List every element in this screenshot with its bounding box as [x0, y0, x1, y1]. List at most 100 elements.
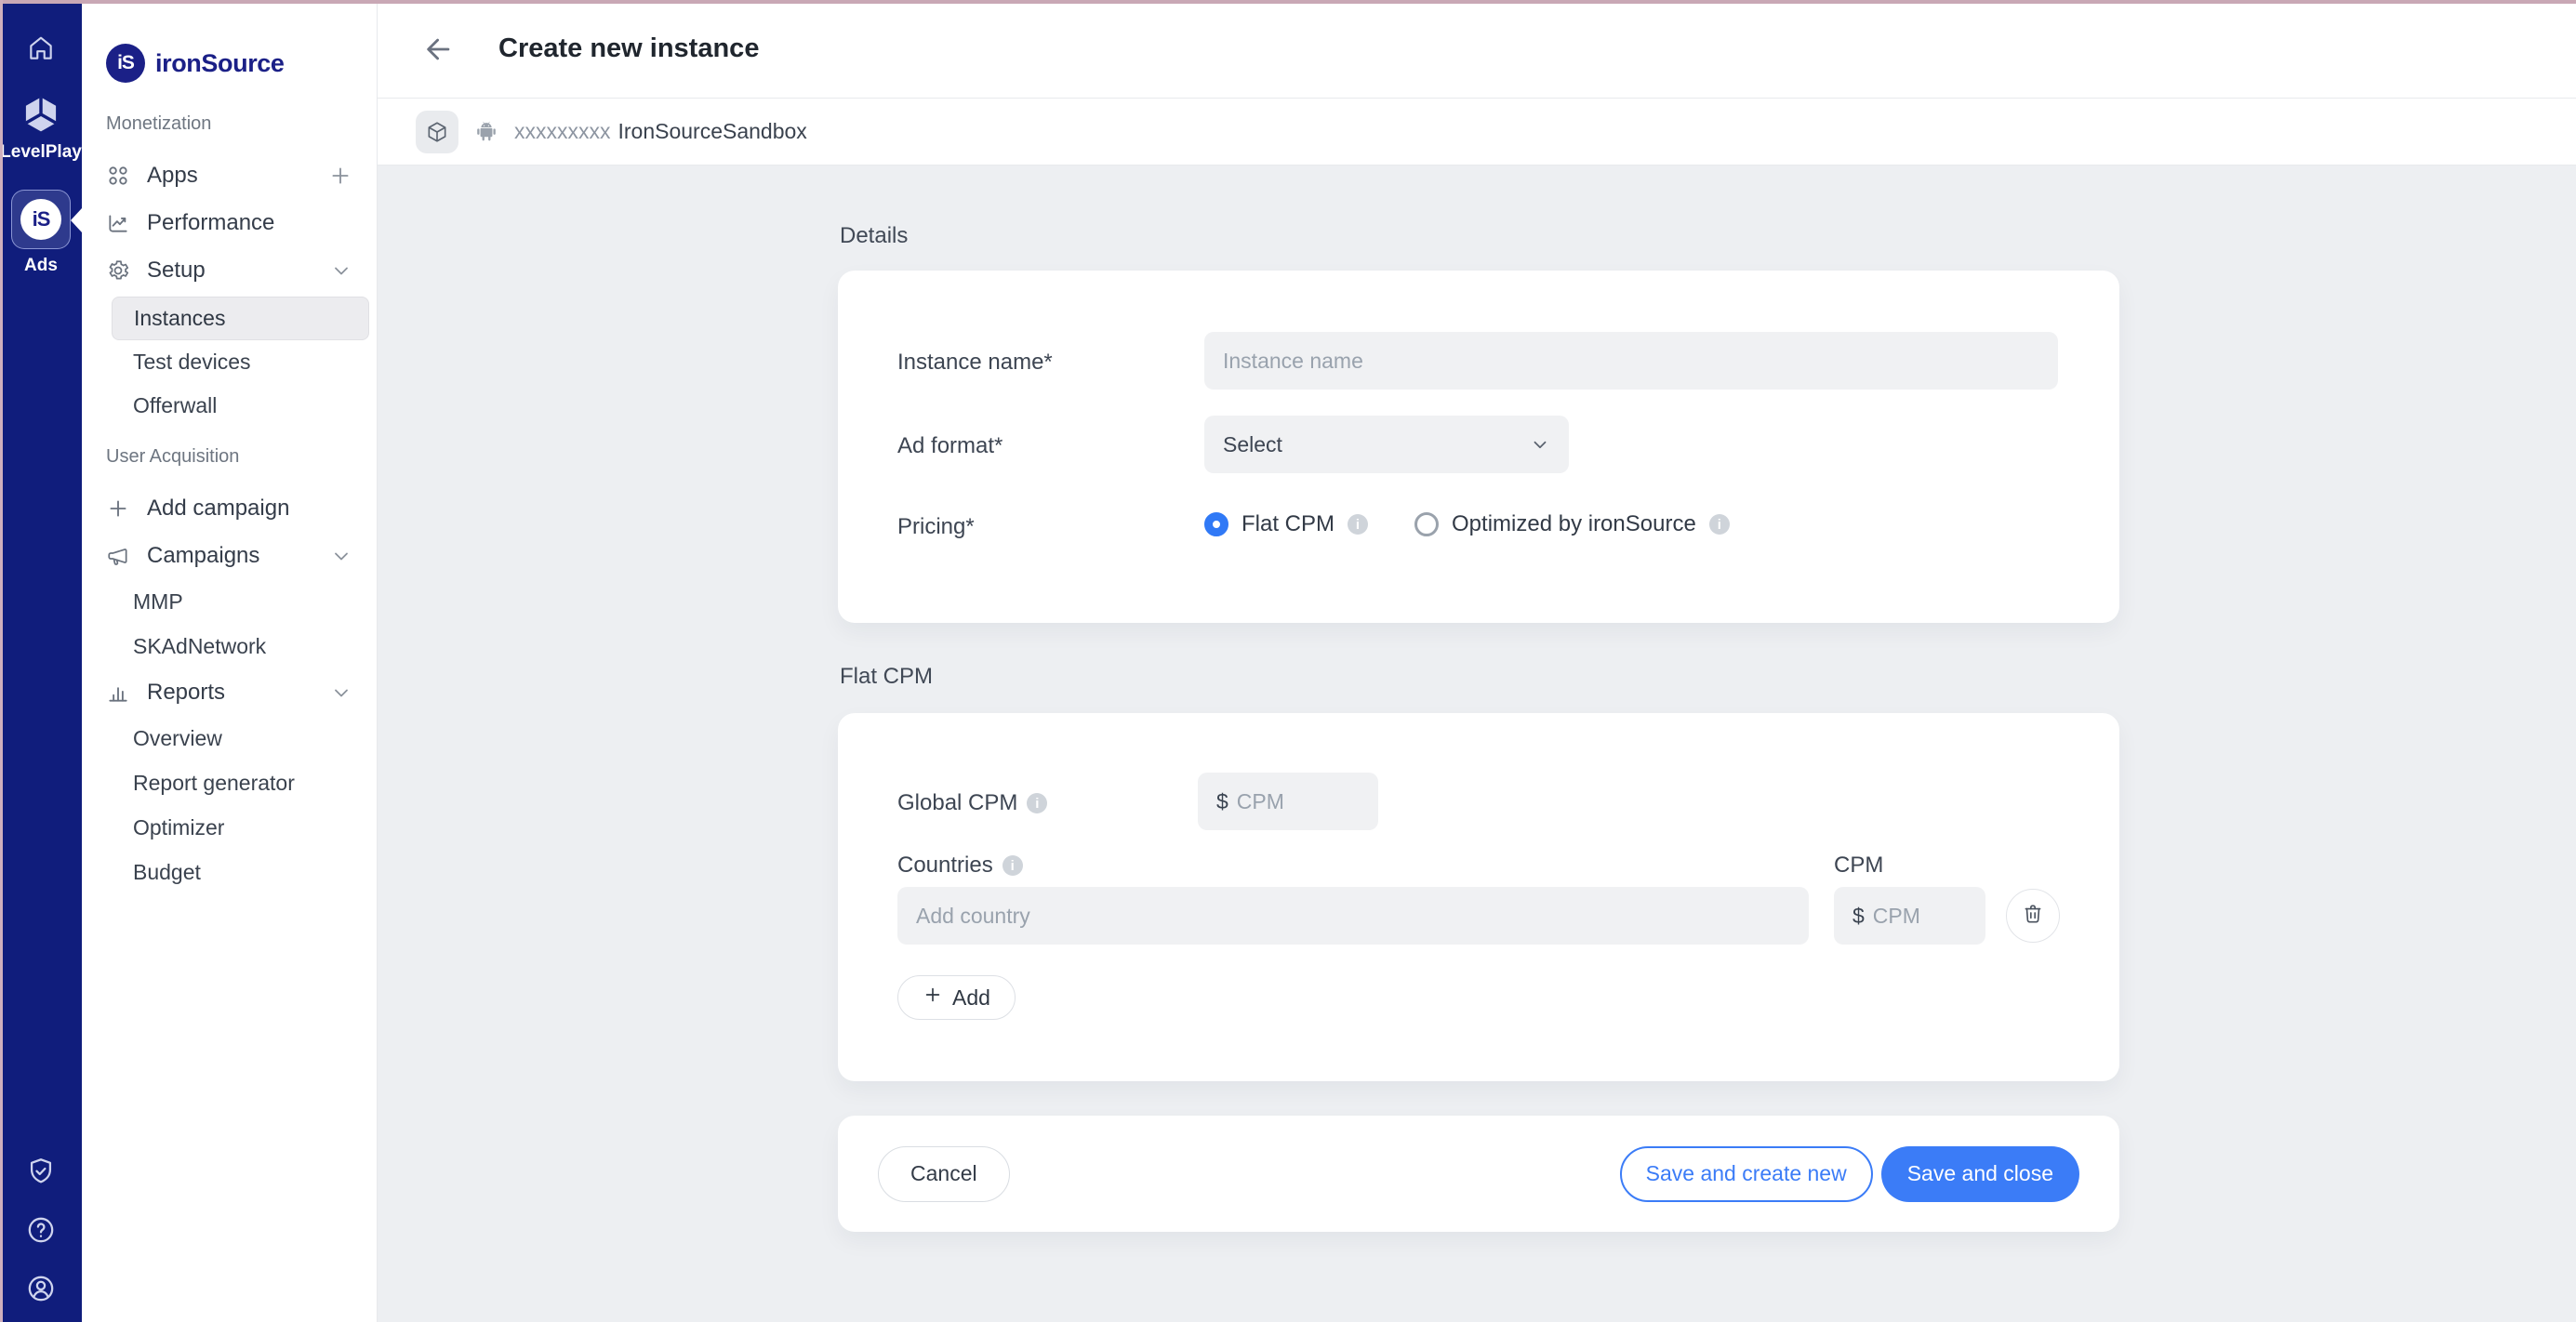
- plus-icon: [923, 985, 943, 1011]
- form-content: Details Instance name* Ad format* Select…: [378, 165, 2576, 1322]
- account-icon: [25, 1273, 57, 1304]
- country-cpm-input[interactable]: [1873, 904, 1967, 929]
- ad-format-value: Select: [1223, 432, 1282, 457]
- sidebar-item-optimizer[interactable]: Optimizer: [82, 805, 377, 850]
- sidebar-item-instances[interactable]: Instances: [112, 297, 369, 340]
- save-and-create-new-button[interactable]: Save and create new: [1620, 1146, 1873, 1202]
- sidebar-item-add-campaign[interactable]: Add campaign: [82, 484, 377, 532]
- app-id-masked: xxxxxxxxx: [514, 119, 611, 143]
- unity-cube-icon: [20, 93, 62, 136]
- ads-tile: iS: [11, 190, 71, 249]
- sidebar-item-test-devices[interactable]: Test devices: [82, 340, 377, 384]
- instance-name-label: Instance name*: [897, 350, 1053, 376]
- instance-name-input[interactable]: [1223, 349, 2039, 374]
- ads-active-notch: [71, 208, 82, 232]
- ads-label: Ads: [24, 256, 58, 276]
- app-context-bar: xxxxxxxxx IronSourceSandbox: [378, 99, 2576, 165]
- megaphone-icon: [106, 544, 130, 568]
- actions-card: Cancel Save and create new Save and clos…: [838, 1116, 2119, 1232]
- sidebar-item-apps[interactable]: Apps: [82, 152, 377, 199]
- add-button-label: Add: [952, 985, 990, 1011]
- flat-cpm-radio[interactable]: [1204, 512, 1228, 536]
- instance-name-field-wrap: [1204, 332, 2058, 390]
- cpm-column-header: CPM: [1834, 853, 1883, 879]
- levelplay-label: LevelPlay: [0, 142, 82, 163]
- details-section-label: Details: [840, 223, 908, 249]
- sidebar-item-report-generator[interactable]: Report generator: [82, 760, 377, 805]
- pricing-label: Pricing*: [897, 514, 975, 540]
- add-country-input[interactable]: [916, 904, 1790, 929]
- brand-logo[interactable]: iS ironSource: [82, 0, 377, 99]
- info-icon[interactable]: i: [1003, 855, 1023, 876]
- sidebar-item-label: Apps: [147, 163, 198, 189]
- rail-help[interactable]: [0, 1214, 82, 1246]
- ironsource-logo-icon: iS: [106, 44, 145, 83]
- info-icon[interactable]: i: [1348, 514, 1368, 535]
- sidebar-item-reports[interactable]: Reports: [82, 668, 377, 716]
- help-circle-icon: [25, 1214, 57, 1246]
- ad-format-select[interactable]: Select: [1204, 416, 1569, 473]
- global-cpm-input[interactable]: [1237, 789, 1360, 814]
- sidebar-item-budget[interactable]: Budget: [82, 850, 377, 894]
- sidebar-item-label: Add campaign: [147, 496, 289, 522]
- info-icon[interactable]: i: [1709, 514, 1730, 535]
- flat-cpm-radio-label: Flat CPM: [1242, 511, 1334, 537]
- rail-home[interactable]: [0, 33, 82, 63]
- ad-format-label: Ad format*: [897, 433, 1003, 459]
- app-cube-icon: [416, 111, 458, 153]
- section-monetization: Monetization: [82, 113, 377, 135]
- sidebar-item-label: Setup: [147, 258, 206, 284]
- flat-cpm-section-label: Flat CPM: [840, 664, 933, 690]
- back-arrow-icon[interactable]: [423, 33, 455, 65]
- sidebar-item-label: Reports: [147, 680, 225, 706]
- brand-name: ironSource: [155, 49, 285, 78]
- country-field-wrap: [897, 887, 1809, 945]
- rail-levelplay[interactable]: LevelPlay: [0, 93, 82, 163]
- global-cpm-label: Global CPM i: [897, 790, 1047, 816]
- sidebar-item-setup[interactable]: Setup: [82, 246, 377, 294]
- sidebar-item-mmp[interactable]: MMP: [82, 579, 377, 624]
- rail-ads[interactable]: iS Ads: [0, 190, 82, 276]
- add-country-row-button[interactable]: Add: [897, 975, 1016, 1020]
- trash-icon: [2021, 902, 2045, 931]
- optimized-radio[interactable]: [1414, 512, 1439, 536]
- chevron-down-icon: [330, 545, 352, 567]
- home-icon: [26, 33, 56, 63]
- global-cpm-field-wrap: $: [1198, 773, 1378, 830]
- screen-edge-strip-top: [0, 0, 2576, 4]
- sidebar-item-skadnetwork[interactable]: SKAdNetwork: [82, 624, 377, 668]
- sidebar-item-overview[interactable]: Overview: [82, 716, 377, 760]
- app-screen: LevelPlay iS Ads iS ironSour: [0, 0, 2576, 1322]
- cancel-button[interactable]: Cancel: [878, 1146, 1010, 1202]
- sidebar-item-offerwall[interactable]: Offerwall: [82, 384, 377, 428]
- page-header: Create new instance: [378, 0, 2576, 99]
- rail-account[interactable]: [0, 1273, 82, 1304]
- details-card: Instance name* Ad format* Select Pricing…: [838, 271, 2119, 623]
- plus-icon: [106, 496, 130, 521]
- line-chart-icon: [106, 211, 130, 235]
- main-area: Create new instance xxxxxxxxx IronSourceS…: [378, 0, 2576, 1322]
- currency-prefix: $: [1216, 789, 1228, 814]
- sidebar-item-label: Performance: [147, 210, 274, 236]
- app-name: IronSourceSandbox: [618, 119, 807, 143]
- countries-header-text: Countries: [897, 853, 993, 879]
- sidebar: iS ironSource Monetization Apps Performa…: [82, 0, 378, 1322]
- bar-chart-icon: [106, 681, 130, 705]
- countries-header: Countries i: [897, 853, 1023, 879]
- plus-icon[interactable]: [328, 164, 352, 188]
- apps-grid-icon: [106, 164, 130, 188]
- shield-check-icon: [25, 1156, 57, 1187]
- android-icon: [473, 119, 499, 145]
- chevron-down-icon: [330, 681, 352, 704]
- app-identity: xxxxxxxxx IronSourceSandbox: [514, 119, 807, 144]
- flat-cpm-card: Global CPM i $ Countries i CPM $: [838, 713, 2119, 1081]
- page-title: Create new instance: [498, 33, 759, 64]
- save-and-close-button[interactable]: Save and close: [1881, 1146, 2079, 1202]
- sidebar-item-performance[interactable]: Performance: [82, 199, 377, 246]
- info-icon[interactable]: i: [1027, 793, 1047, 813]
- currency-prefix: $: [1852, 904, 1865, 929]
- sidebar-item-campaigns[interactable]: Campaigns: [82, 532, 377, 579]
- rail-security[interactable]: [0, 1156, 82, 1187]
- ironsource-monogram-icon: iS: [20, 199, 61, 240]
- delete-row-button[interactable]: [2006, 889, 2060, 943]
